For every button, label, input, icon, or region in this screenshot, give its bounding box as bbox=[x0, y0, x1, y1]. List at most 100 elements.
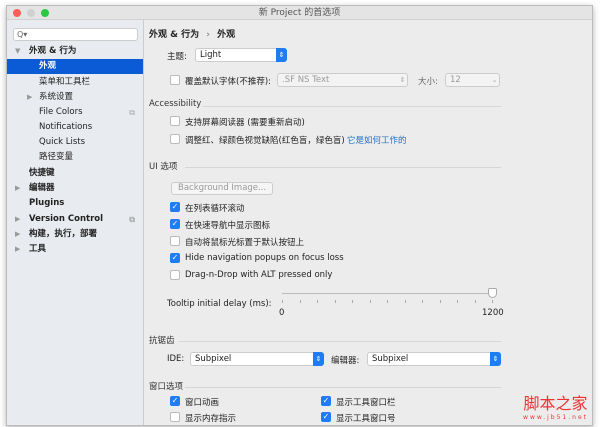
sidebar-item-plugins[interactable]: Plugins bbox=[7, 196, 143, 211]
minimize-button[interactable] bbox=[27, 9, 35, 17]
sidebar-item-file-colors[interactable]: File Colors ⧉ bbox=[7, 105, 143, 120]
tool-window-numbers-checkbox[interactable]: ✓ bbox=[321, 412, 331, 422]
editor-label: 编辑器: bbox=[331, 356, 360, 366]
slider-tick bbox=[387, 300, 388, 303]
label: 外观 & 行为 bbox=[29, 46, 77, 56]
stepper-icon: ⇕ bbox=[313, 352, 324, 366]
label: Plugins bbox=[29, 198, 65, 208]
sidebar-item-version-control[interactable]: ▶ Version Control ⧉ bbox=[7, 212, 143, 227]
stepper-icon: ⇕ bbox=[399, 76, 406, 84]
ide-label: IDE: bbox=[167, 354, 185, 364]
font-select[interactable]: .SF NS Text ⇕ bbox=[277, 73, 408, 87]
sidebar-item-menus-toolbars[interactable]: 菜单和工具栏 bbox=[7, 75, 143, 90]
sidebar: Q▾ ▼ 外观 & 行为 外观 菜单和工具栏 ▶ 系统设置 File Colors ⧉… bbox=[7, 20, 144, 425]
font-size-select[interactable]: 12 ⌄ bbox=[445, 73, 500, 87]
label: 构建，执行，部署 bbox=[29, 229, 98, 239]
hide-popups-checkbox[interactable]: ✓ bbox=[170, 253, 180, 263]
chevron-down-icon: ⌄ bbox=[491, 76, 498, 84]
collapsed-arrow-icon[interactable]: ▶ bbox=[15, 227, 20, 242]
editor-antialias-select[interactable]: Subpixel ⇕ bbox=[367, 352, 501, 366]
sidebar-item-appearance[interactable]: 外观 bbox=[7, 59, 143, 74]
cyclic-scroll-checkbox[interactable]: ✓ bbox=[170, 202, 180, 212]
breadcrumb: 外观 & 行为 › 外观 bbox=[149, 27, 235, 40]
expanded-arrow-icon[interactable]: ▼ bbox=[15, 44, 20, 59]
window-animation-checkbox[interactable]: ✓ bbox=[170, 396, 180, 406]
slider-track[interactable] bbox=[282, 293, 492, 294]
slider-tick bbox=[439, 300, 441, 303]
window-title: 新 Project 的首选项 bbox=[258, 8, 341, 18]
close-button[interactable] bbox=[13, 9, 21, 17]
search-input[interactable]: Q▾ bbox=[13, 28, 138, 41]
theme-select[interactable]: Light ⇕ bbox=[195, 48, 287, 62]
breadcrumb-current: 外观 bbox=[217, 30, 236, 40]
sidebar-item-tools[interactable]: ▶ 工具 bbox=[7, 242, 143, 257]
watermark-logo: 脚本之家 www.jb51.net bbox=[523, 394, 588, 421]
ui-options-section-title: UI 选项 bbox=[149, 162, 178, 172]
breadcrumb-parent: 外观 & 行为 bbox=[149, 30, 200, 40]
tool-window-bars-label: 显示工具窗口栏 bbox=[336, 398, 396, 408]
collapsed-arrow-icon[interactable]: ▶ bbox=[15, 212, 20, 227]
antialias-section-title: 抗锯齿 bbox=[149, 336, 175, 346]
divider bbox=[185, 387, 501, 388]
tool-window-numbers-label: 显示工具窗口号 bbox=[336, 414, 396, 424]
editor-value: Subpixel bbox=[372, 354, 409, 364]
slider-tick bbox=[299, 300, 301, 303]
slider-tick bbox=[457, 300, 458, 303]
screen-reader-checkbox[interactable] bbox=[170, 116, 180, 126]
collapsed-arrow-icon[interactable]: ▶ bbox=[15, 181, 20, 196]
divider bbox=[185, 167, 501, 168]
sidebar-item-appearance-behavior[interactable]: ▼ 外观 & 行为 bbox=[7, 44, 143, 59]
move-mouse-checkbox[interactable] bbox=[170, 236, 180, 246]
sidebar-item-quick-lists[interactable]: Quick Lists bbox=[7, 135, 143, 150]
color-blind-label: 调整红、绿颜色视觉缺陷(红色盲，绿色盲) bbox=[185, 136, 345, 146]
window-options-section-title: 窗口选项 bbox=[149, 382, 184, 392]
drag-alt-checkbox[interactable] bbox=[170, 270, 180, 280]
zoom-button[interactable] bbox=[41, 9, 49, 17]
slider-tick bbox=[352, 300, 353, 303]
sidebar-item-build[interactable]: ▶ 构建，执行，部署 bbox=[7, 227, 143, 242]
sidebar-item-path-variables[interactable]: 路径变量 bbox=[7, 150, 143, 165]
collapsed-arrow-icon[interactable]: ▶ bbox=[27, 90, 32, 105]
memory-indicator-label: 显示内存指示 bbox=[185, 414, 237, 424]
divider bbox=[203, 106, 501, 107]
sidebar-item-system-settings[interactable]: ▶ 系统设置 bbox=[7, 90, 143, 105]
stepper-icon: ⇕ bbox=[276, 48, 287, 62]
project-copy-icon: ⧉ bbox=[129, 108, 135, 117]
ide-antialias-select[interactable]: Subpixel ⇕ bbox=[190, 352, 324, 366]
tool-window-bars-checkbox[interactable]: ✓ bbox=[321, 396, 331, 406]
project-copy-icon: ⧉ bbox=[129, 215, 135, 224]
slider-tick bbox=[317, 300, 318, 303]
slider-tick bbox=[369, 300, 371, 303]
slider-tick bbox=[422, 300, 423, 303]
breadcrumb-separator: › bbox=[206, 30, 210, 40]
memory-indicator-checkbox[interactable] bbox=[170, 412, 180, 422]
title-bar: 新 Project 的首选项 bbox=[7, 6, 592, 20]
move-mouse-label: 自动将鼠标光标置于默认按钮上 bbox=[185, 238, 305, 248]
sidebar-item-notifications[interactable]: Notifications bbox=[7, 120, 143, 135]
label: Version Control bbox=[29, 214, 104, 224]
cyclic-scroll-label: 在列表循环滚动 bbox=[185, 204, 245, 214]
slider-tick bbox=[404, 300, 406, 303]
label: 系统设置 bbox=[39, 92, 74, 102]
background-image-button[interactable]: Background Image... bbox=[171, 182, 274, 195]
theme-value: Light bbox=[200, 50, 222, 60]
preferences-window: 新 Project 的首选项 Q▾ ▼ 外观 & 行为 外观 菜单和工具栏 ▶ 系统… bbox=[6, 5, 593, 426]
label: 路径变量 bbox=[39, 152, 74, 162]
sidebar-item-editor[interactable]: ▶ 编辑器 bbox=[7, 181, 143, 196]
collapsed-arrow-icon[interactable]: ▶ bbox=[15, 242, 20, 257]
hide-popups-label: Hide navigation popups on focus loss bbox=[185, 253, 344, 263]
show-icons-label: 在快速导航中显示图标 bbox=[185, 221, 271, 231]
how-it-works-link[interactable]: 它是如何工作的 bbox=[347, 134, 407, 146]
slider-max-label: 1200 bbox=[482, 308, 504, 318]
label: 外观 bbox=[39, 61, 57, 71]
label: 编辑器 bbox=[29, 183, 55, 193]
color-blind-checkbox[interactable] bbox=[170, 134, 180, 144]
window-animation-label: 窗口动画 bbox=[185, 398, 220, 408]
show-icons-checkbox[interactable]: ✓ bbox=[170, 219, 180, 229]
settings-panel: 外观 & 行为 › 外观 主题: Light ⇕ 覆盖默认字体(不推荐): .SF… bbox=[145, 20, 592, 425]
sidebar-item-keymap[interactable]: 快捷键 bbox=[7, 166, 143, 181]
drag-alt-label: Drag-n-Drop with ALT pressed only bbox=[185, 270, 333, 280]
override-font-checkbox[interactable] bbox=[170, 75, 180, 85]
accessibility-section-title: Accessibility bbox=[149, 99, 202, 109]
slider-thumb[interactable] bbox=[487, 288, 497, 298]
